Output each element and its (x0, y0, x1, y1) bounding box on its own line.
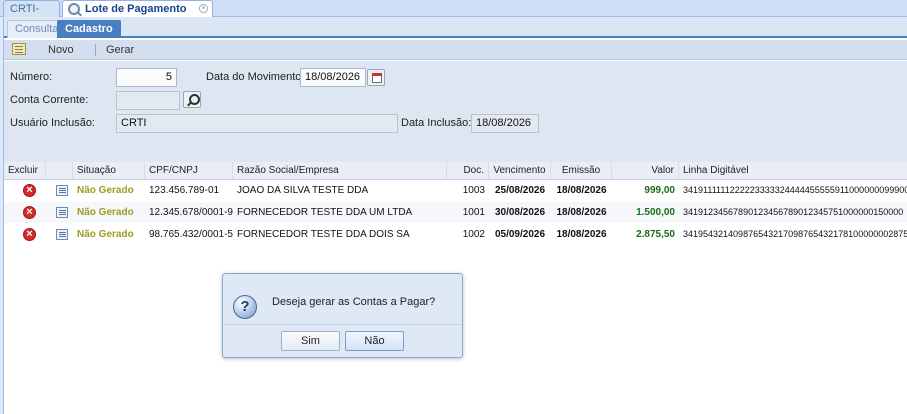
situacao-cell: Não Gerado (77, 185, 134, 196)
gerar-button[interactable]: Gerar (106, 40, 134, 60)
emissao-cell: 18/08/2026 (556, 185, 607, 196)
toolbar-separator (95, 44, 96, 56)
data-movimento-label: Data do Movimento: (206, 71, 305, 83)
detail-icon[interactable] (56, 207, 68, 218)
grid-header: Excluir Situação CPF/CNPJ Razão Social/E… (4, 162, 907, 180)
table-row[interactable]: Não Gerado 98.765.432/0001-55 FORNECEDOR… (4, 224, 907, 245)
situacao-cell: Não Gerado (77, 207, 134, 218)
usuario-inclusao-field[interactable]: CRTI (116, 114, 398, 133)
conta-corrente-label: Conta Corrente: (10, 94, 89, 106)
column-header-valor[interactable]: Valor (612, 162, 679, 180)
numero-label: Número: (10, 71, 53, 83)
novo-button[interactable]: Novo (48, 40, 74, 60)
cadastro-form: Número: 5 Data do Movimento: 18/08/2026 … (4, 61, 907, 162)
emissao-cell: 18/08/2026 (556, 207, 607, 218)
data-inclusao-field[interactable]: 18/08/2026 (471, 114, 539, 133)
vencimento-cell: 25/08/2026 (494, 185, 546, 196)
razao-cell: JOAO DA SILVA TESTE DDA (237, 185, 369, 196)
search-icon[interactable] (183, 91, 201, 108)
cpf-cnpj-cell: 12.345.678/0001-99 (149, 207, 233, 218)
close-icon[interactable]: × (199, 4, 208, 13)
dialog-message: Deseja gerar as Contas a Pagar? (272, 296, 436, 308)
valor-cell: 2.875,50 (636, 229, 675, 240)
column-header-cpf-cnpj[interactable]: CPF/CNPJ (145, 162, 233, 180)
magnifier-icon (68, 3, 80, 15)
linha-digitavel-cell: 3419543214098765432170987654321781000000… (683, 229, 907, 239)
nao-button[interactable]: Não (345, 331, 404, 351)
vencimento-cell: 05/09/2026 (494, 229, 546, 240)
column-header-razao-social[interactable]: Razão Social/Empresa (233, 162, 447, 180)
confirm-dialog: ? Deseja gerar as Contas a Pagar? Sim Nã… (222, 273, 463, 358)
delete-icon[interactable] (23, 184, 36, 197)
detail-icon[interactable] (56, 185, 68, 196)
app-tab-lote-pagamento[interactable]: Lote de Pagamento (DDA) × (62, 0, 213, 31)
numero-field[interactable]: 5 (116, 68, 177, 87)
delete-icon[interactable] (23, 206, 36, 219)
linha-digitavel-cell: 3419111111222223333324444455555911000000… (683, 185, 907, 195)
delete-icon[interactable] (23, 228, 36, 241)
table-row[interactable]: Não Gerado 12.345.678/0001-99 FORNECEDOR… (4, 202, 907, 223)
calendar-icon[interactable] (367, 69, 385, 86)
column-header-linha-digitavel[interactable]: Linha Digitável (679, 162, 907, 180)
razao-cell: FORNECEDOR TESTE DDA DOIS SA (237, 229, 410, 240)
sub-tab-bar: Consulta Cadastro (4, 18, 907, 38)
valor-cell: 999,00 (644, 185, 675, 196)
question-icon: ? (233, 295, 257, 319)
column-header-emissao[interactable]: Emissão (551, 162, 612, 180)
cpf-cnpj-cell: 123.456.789-01 (149, 185, 220, 196)
doc-cell: 1001 (462, 207, 485, 218)
app-tab-bar: CRTI-ERP Lote de Pagamento (DDA) × (0, 0, 907, 31)
valor-cell: 1.500,00 (636, 207, 675, 218)
new-record-icon[interactable] (12, 43, 26, 55)
dialog-button-bar: Sim Não (223, 324, 462, 358)
sim-button[interactable]: Sim (281, 331, 340, 351)
linha-digitavel-cell: 3419123456789012345678901234575100000015… (683, 207, 904, 217)
razao-cell: FORNECEDOR TESTE DDA UM LTDA (237, 207, 413, 218)
conta-corrente-field[interactable] (116, 91, 180, 110)
tab-cadastro[interactable]: Cadastro (57, 20, 121, 38)
detail-icon[interactable] (56, 229, 68, 240)
column-header-detail (46, 162, 73, 180)
emissao-cell: 18/08/2026 (556, 229, 607, 240)
column-header-situacao[interactable]: Situação (73, 162, 145, 180)
situacao-cell: Não Gerado (77, 229, 134, 240)
vencimento-cell: 30/08/2026 (494, 207, 546, 218)
toolbar: Novo Gerar (4, 40, 907, 60)
column-header-doc[interactable]: Doc. (447, 162, 489, 180)
usuario-inclusao-label: Usuário Inclusão: (10, 117, 95, 129)
doc-cell: 1002 (462, 229, 485, 240)
cpf-cnpj-cell: 98.765.432/0001-55 (149, 229, 233, 240)
data-inclusao-label: Data Inclusão: (401, 117, 472, 129)
data-movimento-field[interactable]: 18/08/2026 (300, 68, 366, 87)
doc-cell: 1003 (462, 185, 485, 196)
app-tab-crti-erp[interactable]: CRTI-ERP (3, 0, 60, 31)
column-header-excluir[interactable]: Excluir (4, 162, 46, 180)
column-header-vencimento[interactable]: Vencimento (489, 162, 551, 180)
table-row[interactable]: Não Gerado 123.456.789-01 JOAO DA SILVA … (4, 180, 907, 201)
